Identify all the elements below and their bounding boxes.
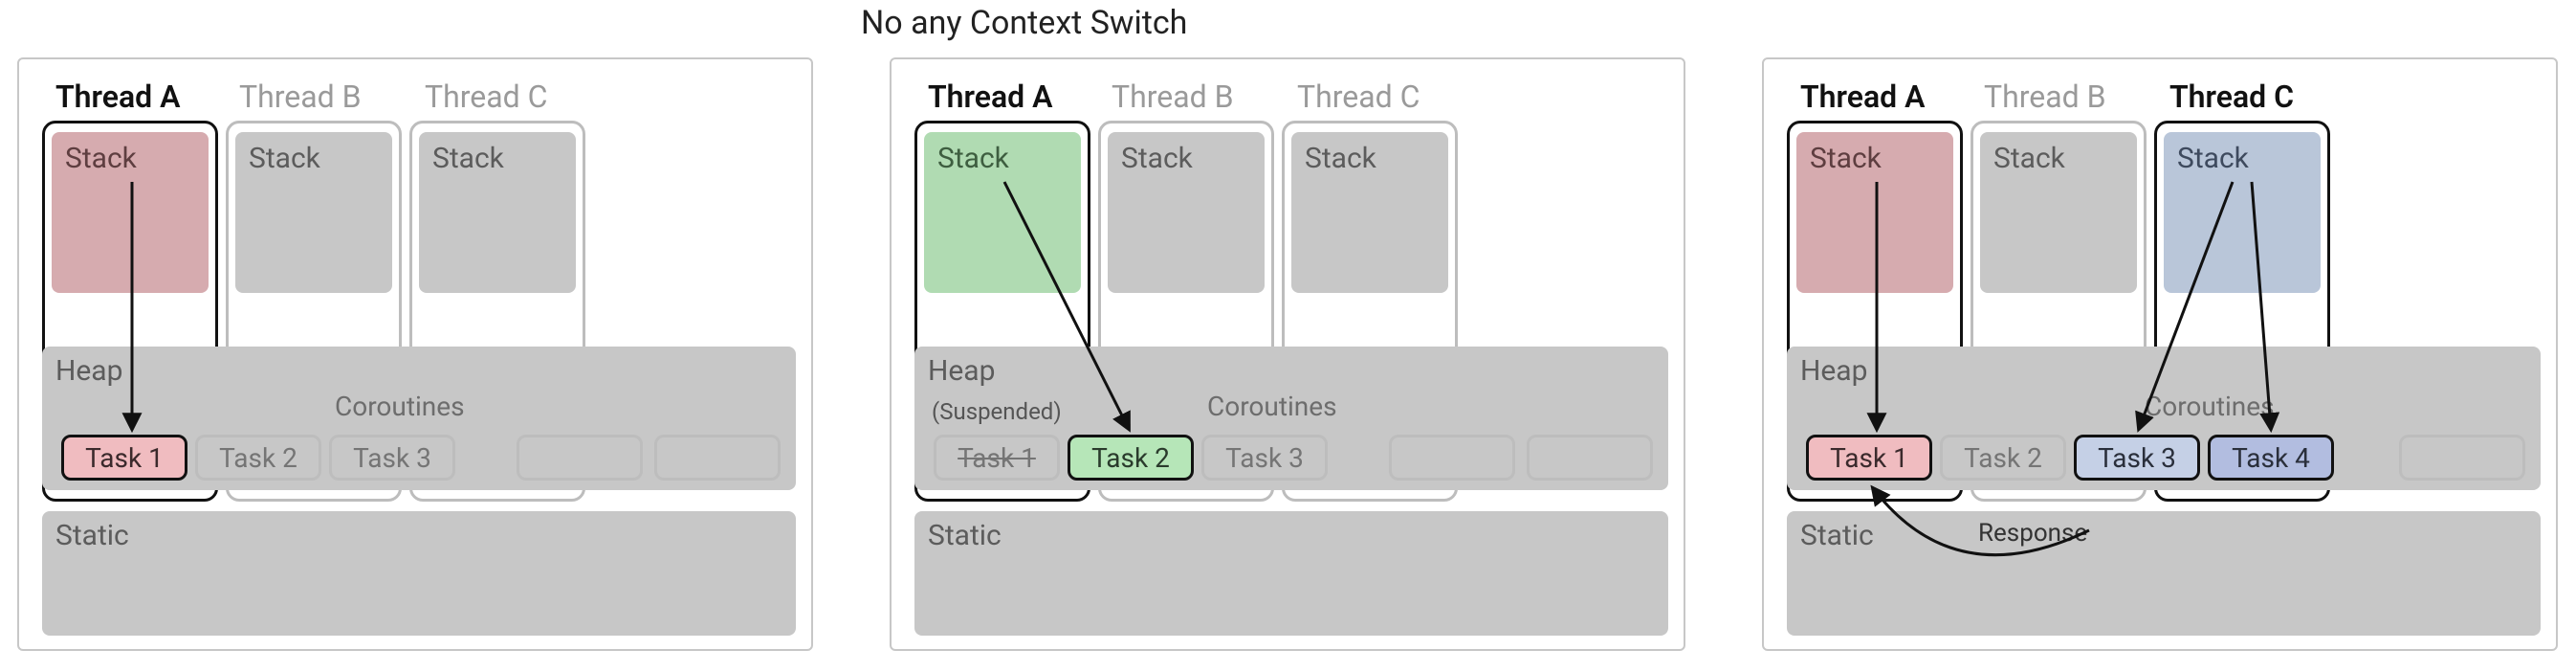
static-label: Static [928, 519, 1002, 552]
static-label: Static [1800, 519, 1874, 552]
panel-1: Thread A Thread B Thread C Stack Stack S… [17, 57, 813, 651]
coroutines-label: Coroutines [335, 391, 465, 422]
task-2: Task 2 [195, 435, 321, 481]
task-label: Task 2 [1964, 442, 2042, 474]
thread-b-label: Thread B [1112, 78, 1234, 115]
suspended-label: (Suspended) [932, 398, 1062, 425]
task-label: Task 3 [1225, 442, 1304, 474]
task-empty-2 [654, 435, 781, 481]
task-4: Task 4 [2208, 435, 2334, 481]
task-empty-2 [1527, 435, 1653, 481]
task-empty-1 [517, 435, 643, 481]
static-region: Static [42, 511, 796, 636]
static-label: Static [55, 519, 129, 552]
task-label: Task 4 [2232, 442, 2310, 474]
task-label: Task 1 [958, 442, 1036, 474]
coroutines-label: Coroutines [2145, 391, 2275, 422]
heap-label: Heap [928, 354, 995, 388]
task-1-suspended: Task 1 [934, 435, 1060, 481]
diagram-title: No any Context Switch [861, 4, 1187, 42]
thread-c-label: Thread C [2169, 78, 2294, 115]
diagram-canvas: No any Context Switch Thread A Thread B … [0, 0, 2576, 672]
heap-label: Heap [55, 354, 122, 388]
static-region: Static [1787, 511, 2541, 636]
thread-c-stack: Stack [2164, 132, 2321, 293]
task-1: Task 1 [1806, 435, 1932, 481]
thread-a-stack: Stack [1796, 132, 1953, 293]
task-label: Task 3 [353, 442, 431, 474]
thread-a-stack: Stack [924, 132, 1081, 293]
thread-a-stack: Stack [52, 132, 209, 293]
thread-b-label: Thread B [239, 78, 362, 115]
thread-b-label: Thread B [1984, 78, 2106, 115]
task-3: Task 3 [1201, 435, 1328, 481]
response-label: Response [1978, 519, 2087, 548]
task-3: Task 3 [2074, 435, 2200, 481]
task-label: Task 2 [219, 442, 297, 474]
task-empty-1 [1389, 435, 1515, 481]
heap-label: Heap [1800, 354, 1867, 388]
task-label: Task 1 [85, 442, 164, 474]
thread-a-label: Thread A [928, 78, 1052, 115]
task-1: Task 1 [61, 435, 187, 481]
coroutines-label: Coroutines [1207, 391, 1337, 422]
task-3: Task 3 [329, 435, 455, 481]
thread-b-stack: Stack [1980, 132, 2137, 293]
thread-c-label: Thread C [425, 78, 547, 115]
thread-c-label: Thread C [1297, 78, 1420, 115]
task-2: Task 2 [1068, 435, 1194, 481]
thread-a-label: Thread A [1800, 78, 1925, 115]
task-label: Task 2 [1091, 442, 1170, 474]
task-label: Task 1 [1830, 442, 1908, 474]
thread-b-stack: Stack [235, 132, 392, 293]
thread-c-stack: Stack [419, 132, 576, 293]
task-label: Task 3 [2098, 442, 2176, 474]
task-2: Task 2 [1940, 435, 2066, 481]
thread-b-stack: Stack [1108, 132, 1265, 293]
static-region: Static [914, 511, 1668, 636]
thread-c-stack: Stack [1291, 132, 1448, 293]
panel-2: Thread A Thread B Thread C Stack Stack S… [890, 57, 1685, 651]
thread-a-label: Thread A [55, 78, 180, 115]
task-empty-1 [2399, 435, 2525, 481]
panel-3: Thread A Thread B Thread C Stack Stack S… [1762, 57, 2558, 651]
